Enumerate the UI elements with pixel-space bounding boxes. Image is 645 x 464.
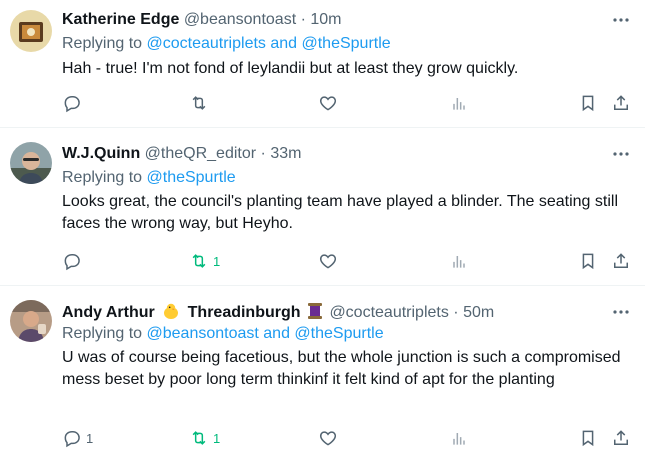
tweet-andy-arthur[interactable]: Andy Arthur Threadinburgh @cocteautriple… <box>0 286 645 464</box>
share-button[interactable] <box>611 250 631 272</box>
share-icon <box>611 251 631 271</box>
replying-to-link[interactable]: @cocteautriplets and @theSpurtle <box>147 35 391 52</box>
tweet-actions: 1 1 <box>62 427 637 449</box>
bookmark-button[interactable] <box>578 427 598 449</box>
avatar[interactable] <box>10 10 52 52</box>
tweet-text: Looks great, the council's planting team… <box>62 193 618 232</box>
retweet-icon <box>189 93 209 113</box>
tweet-header: Katherine Edge @beansontoast · 10m <box>62 10 342 30</box>
share-button[interactable] <box>611 92 631 114</box>
share-icon <box>611 93 631 113</box>
retweet-button[interactable] <box>189 92 213 114</box>
tweet-actions: 1 <box>62 250 637 272</box>
views-button[interactable] <box>449 92 469 114</box>
retweet-icon <box>189 428 209 448</box>
display-name[interactable]: Andy Arthur <box>62 304 155 321</box>
tweet-text: Hah - true! I'm not fond of leylandii bu… <box>62 60 519 77</box>
tweet-wj-quinn[interactable]: W.J.Quinn @theQR_editor · 33m Replying t… <box>0 128 645 286</box>
views-button[interactable] <box>449 427 469 449</box>
bookmark-icon <box>578 428 598 448</box>
user-handle[interactable]: @theQR_editor <box>145 145 256 162</box>
like-icon <box>318 93 338 113</box>
display-name[interactable]: W.J.Quinn <box>62 145 140 162</box>
like-button[interactable] <box>318 427 342 449</box>
replying-to-link[interactable]: @beansontoast and @theSpurtle <box>147 325 384 342</box>
replying-to: Replying to @beansontoast and @theSpurtl… <box>62 324 384 344</box>
separator: · <box>300 11 306 28</box>
tweet-text: U was of course being facetious, but the… <box>62 349 621 388</box>
like-icon <box>318 428 338 448</box>
more-icon[interactable] <box>611 302 631 322</box>
views-button[interactable] <box>449 250 469 272</box>
user-handle[interactable]: @beansontoast <box>184 11 296 28</box>
retweet-count: 1 <box>213 430 221 446</box>
replying-to-link[interactable]: @theSpurtle <box>147 169 236 186</box>
retweet-count: 1 <box>213 253 221 269</box>
like-icon <box>318 251 338 271</box>
reply-icon <box>62 428 82 448</box>
bookmark-icon <box>578 251 598 271</box>
spool-emoji-icon <box>307 302 323 326</box>
avatar[interactable] <box>10 142 52 184</box>
retweet-button[interactable]: 1 <box>189 427 220 449</box>
replying-to: Replying to @cocteautriplets and @theSpu… <box>62 34 391 54</box>
more-icon[interactable] <box>611 144 631 164</box>
replying-to-label: Replying to <box>62 169 143 186</box>
reply-button[interactable] <box>62 250 86 272</box>
more-icon[interactable] <box>611 10 631 30</box>
retweet-button[interactable]: 1 <box>189 250 220 272</box>
retweet-icon <box>189 251 209 271</box>
replying-to-label: Replying to <box>62 35 143 52</box>
timestamp[interactable]: 10m <box>310 11 341 28</box>
share-button[interactable] <box>611 427 631 449</box>
separator: · <box>453 304 459 321</box>
display-name-suffix[interactable]: Threadinburgh <box>188 304 301 321</box>
reply-button[interactable]: 1 <box>62 427 93 449</box>
separator: · <box>260 145 266 162</box>
tweet-header: Andy Arthur Threadinburgh @cocteautriple… <box>62 302 494 326</box>
views-icon <box>449 93 469 113</box>
chick-emoji-icon <box>161 302 181 326</box>
avatar[interactable] <box>10 300 52 342</box>
bookmark-icon <box>578 93 598 113</box>
bookmark-button[interactable] <box>578 92 598 114</box>
tweet-katherine-edge[interactable]: Katherine Edge @beansontoast · 10m Reply… <box>0 0 645 128</box>
tweet-actions <box>62 92 637 114</box>
timestamp[interactable]: 33m <box>270 145 301 162</box>
reply-count: 1 <box>86 430 94 446</box>
user-handle[interactable]: @cocteautriplets <box>329 304 448 321</box>
views-icon <box>449 251 469 271</box>
like-button[interactable] <box>318 250 342 272</box>
reply-icon <box>62 251 82 271</box>
like-button[interactable] <box>318 92 342 114</box>
timestamp[interactable]: 50m <box>463 304 494 321</box>
tweet-header: W.J.Quinn @theQR_editor · 33m <box>62 144 301 164</box>
bookmark-button[interactable] <box>578 250 598 272</box>
reply-button[interactable] <box>62 92 86 114</box>
replying-to: Replying to @theSpurtle <box>62 168 236 188</box>
views-icon <box>449 428 469 448</box>
replying-to-label: Replying to <box>62 325 143 342</box>
display-name[interactable]: Katherine Edge <box>62 11 179 28</box>
reply-icon <box>62 93 82 113</box>
share-icon <box>611 428 631 448</box>
